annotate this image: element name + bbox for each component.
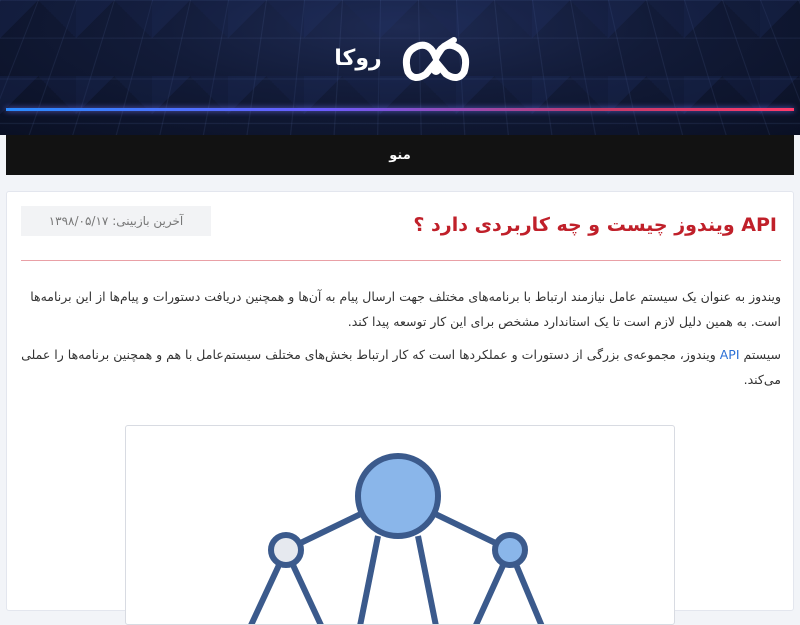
header-accent-line xyxy=(6,108,794,111)
menu-button-label[interactable]: منو xyxy=(389,148,411,163)
api-link[interactable]: API xyxy=(720,347,740,362)
article-paragraph-1: ویندوز به عنوان یک سیستم عامل نیازمند ار… xyxy=(30,289,781,329)
last-modified-badge: آخرین بازبینی: ۱۳۹۸/۰۵/۱۷ xyxy=(21,206,211,236)
article-paragraph-2: سیستم API ویندوز، مجموعه‌ی بزرگی از دستو… xyxy=(21,342,781,392)
title-divider xyxy=(21,260,781,261)
article-card: آخرین بازبینی: ۱۳۹۸/۰۵/۱۷ API ویندوز چیس… xyxy=(6,191,794,625)
roka-logo-icon[interactable] xyxy=(398,32,474,84)
menu-bar[interactable]: منو xyxy=(6,135,794,175)
paragraph-2-text-end: ویندوز، مجموعه‌ی بزرگی از دستورات و عملک… xyxy=(21,347,781,387)
article-title: API ویندوز چیست و چه کاربردی دارد ؟ xyxy=(413,214,777,236)
network-diagram-icon xyxy=(248,453,545,624)
site-brand[interactable]: روکا xyxy=(334,28,474,88)
article-figure xyxy=(125,425,675,625)
site-header: روکا xyxy=(0,0,800,135)
brand-name[interactable]: روکا xyxy=(334,46,382,71)
paragraph-2-text-start: سیستم xyxy=(739,347,782,362)
